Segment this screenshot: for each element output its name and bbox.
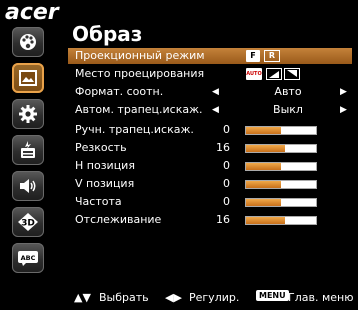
footer-hints: ▲▼ Выбрать ◀▶ Регулир. MENU Глав. меню (74, 290, 354, 304)
left-arrow-icon[interactable]: ◀ (212, 84, 219, 100)
3d-icon[interactable]: 3D (12, 207, 44, 237)
row-label: Автом. трапец.искаж. (75, 103, 203, 116)
h-position-slider[interactable] (245, 162, 317, 171)
row-label: V позиция (75, 177, 135, 190)
menu-row-sharpness[interactable]: Резкость 16 (68, 140, 352, 156)
row-label: Формат. соотн. (75, 85, 164, 98)
row-label: Отслеживание (75, 213, 162, 226)
up-down-arrows-icon: ▲▼ (74, 291, 91, 304)
row-label: Проекционный режим (75, 49, 205, 62)
front-mode-icon[interactable]: F (246, 50, 260, 62)
3d-label: 3D (21, 219, 35, 229)
aspect-ratio-value: Авто (274, 85, 302, 98)
right-arrow-icon[interactable]: ▶ (340, 102, 347, 118)
slider-value: 16 (216, 213, 230, 226)
row-label: Ручн. трапец.искаж. (75, 123, 194, 136)
left-arrow-icon[interactable]: ◀ (212, 102, 219, 118)
menu-row-h-position[interactable]: H позиция 0 (68, 158, 352, 174)
color-icon[interactable] (12, 27, 44, 57)
menu-title: Образ (72, 22, 143, 46)
rear-ceiling-icon[interactable] (284, 68, 300, 80)
left-right-arrows-icon: ◀▶ (165, 291, 182, 304)
main-menu-hint: Глав. меню (288, 291, 354, 304)
slider-value: 0 (223, 195, 230, 208)
language-icon[interactable]: ABC (12, 243, 44, 273)
menu-row-v-position[interactable]: V позиция 0 (68, 176, 352, 192)
right-arrow-icon[interactable]: ▶ (340, 84, 347, 100)
manual-keystone-slider[interactable] (245, 126, 317, 135)
acer-logo: acer (5, 0, 59, 25)
slider-value: 0 (223, 159, 230, 172)
menu-row-tracking[interactable]: Отслеживание 16 (68, 212, 352, 228)
frequency-slider[interactable] (245, 198, 317, 207)
settings-icon[interactable] (12, 99, 44, 129)
row-label: Место проецирования (75, 67, 205, 80)
menu-row-frequency[interactable]: Частота 0 (68, 194, 352, 210)
front-desk-icon[interactable] (266, 68, 282, 80)
row-label: H позиция (75, 159, 135, 172)
rear-mode-icon[interactable]: R (264, 50, 280, 62)
menu-row-aspect-ratio[interactable]: Формат. соотн. ◀ Авто ▶ (68, 84, 352, 100)
slider-value: 16 (216, 141, 230, 154)
power-icon[interactable] (12, 135, 44, 165)
v-position-slider[interactable] (245, 180, 317, 189)
auto-location-icon[interactable]: AUTO (246, 68, 262, 80)
select-hint: Выбрать (99, 291, 149, 304)
slider-value: 0 (223, 123, 230, 136)
sharpness-slider[interactable] (245, 144, 317, 153)
row-label: Частота (75, 195, 122, 208)
menu-row-auto-keystone[interactable]: Автом. трапец.искаж. ◀ Выкл ▶ (68, 102, 352, 118)
image-icon[interactable] (12, 63, 44, 93)
audio-icon[interactable] (12, 171, 44, 201)
menu-row-projection-location[interactable]: Место проецирования AUTO (68, 66, 352, 82)
menu-row-manual-keystone[interactable]: Ручн. трапец.искаж. 0 (68, 122, 352, 138)
adjust-hint: Регулир. (189, 291, 240, 304)
projector-osd: acer 3D ABC Образ Проекционный режим F R… (0, 0, 358, 310)
tracking-slider[interactable] (245, 216, 317, 225)
menu-row-projection-mode[interactable]: Проекционный режим F R (68, 48, 352, 64)
row-label: Резкость (75, 141, 127, 154)
language-label: ABC (21, 254, 36, 262)
auto-keystone-value: Выкл (273, 103, 303, 116)
slider-value: 0 (223, 177, 230, 190)
